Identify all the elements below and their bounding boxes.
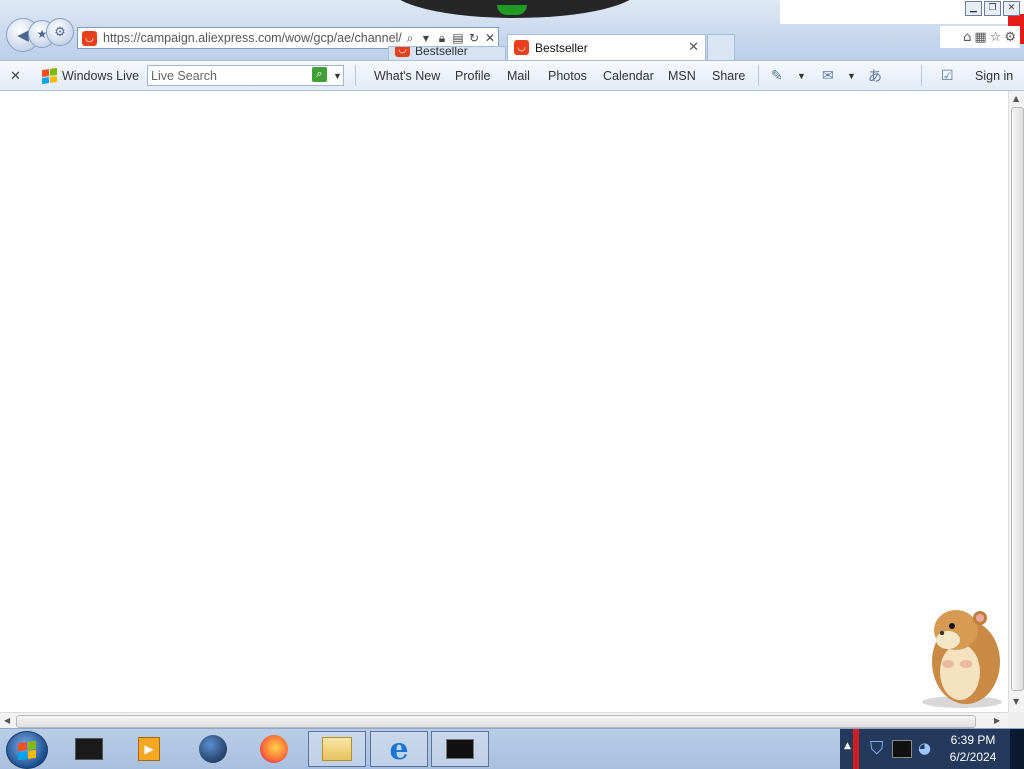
media-player-icon: ▶ (138, 737, 160, 761)
compat-view-icon[interactable]: ▤ (450, 31, 466, 45)
aliexpress-favicon-icon: ◡ (395, 47, 410, 57)
folder-icon (322, 737, 352, 761)
stop-icon[interactable]: ✕ (482, 31, 498, 45)
window-controls: ▁ ❐ ✕ (965, 1, 1020, 16)
tray-expand-icon[interactable]: ▲ (844, 741, 851, 751)
translate-icon[interactable]: あ (868, 61, 882, 90)
tab-bestseller-inactive[interactable]: ◡ Bestseller (388, 46, 506, 60)
start-button[interactable] (6, 731, 48, 769)
feeds-icon[interactable]: ▦ (974, 30, 986, 45)
favorites-icon[interactable]: ☆ (990, 30, 1002, 45)
divider (355, 65, 356, 86)
divider (758, 65, 759, 86)
link-mail[interactable]: Mail (507, 61, 530, 90)
monitor-icon[interactable] (892, 740, 912, 758)
aliexpress-favicon-icon: ◡ (514, 40, 529, 55)
show-desktop-button[interactable] (1010, 729, 1024, 769)
taskbar-app-firefox[interactable] (245, 731, 303, 767)
taskbar-app-console[interactable] (431, 731, 489, 767)
minimize-button[interactable]: ▁ (965, 1, 982, 16)
link-whats-new[interactable]: What's New (374, 61, 440, 90)
tab-label: Bestseller (415, 46, 468, 58)
chevron-down-icon[interactable]: ▼ (797, 61, 806, 90)
aliexpress-favicon-icon: ◡ (82, 30, 97, 46)
tools-icon[interactable]: ⚙ (1004, 30, 1016, 45)
horizontal-scroll-thumb[interactable] (16, 715, 976, 728)
new-tab-button[interactable] (707, 34, 735, 60)
scroll-left-icon[interactable]: ◀ (4, 716, 10, 725)
network-icon[interactable]: ◕ (918, 739, 931, 757)
refresh-icon[interactable]: ↻ (466, 31, 482, 45)
checkbox-icon[interactable]: ☑ (941, 61, 954, 90)
sign-in-link[interactable]: Sign in (975, 61, 1013, 90)
console-icon (446, 739, 474, 759)
taskbar-app-terminal[interactable] (60, 731, 118, 767)
chevron-down-icon[interactable]: ▼ (333, 61, 345, 90)
search-icon[interactable]: ⌕ (402, 31, 418, 46)
vertical-scroll-thumb[interactable] (1011, 107, 1024, 691)
windows-logo-icon (42, 67, 57, 84)
close-icon[interactable]: ✕ (688, 39, 699, 55)
brand-label: Windows Live (62, 68, 140, 83)
command-bar: ⌂ ▦ ☆ ⚙ (940, 26, 1020, 48)
windows-logo-icon (18, 740, 36, 760)
shield-icon[interactable]: ⛉ (870, 738, 884, 759)
gear-icon[interactable]: ⚙ (46, 18, 74, 46)
hamster-icon (922, 610, 1002, 708)
clock-date: 6/2/2024 (949, 750, 997, 764)
chevron-down-icon[interactable]: ▼ (418, 34, 434, 43)
highlighter-icon[interactable]: ✎ (771, 61, 783, 90)
taskbar-app-internet-explorer[interactable]: e (370, 731, 428, 767)
link-msn[interactable]: MSN (668, 61, 696, 90)
internet-explorer-icon: e (389, 731, 409, 767)
divider (921, 65, 922, 86)
link-profile[interactable]: Profile (455, 61, 490, 90)
taskbar-app-media-player[interactable]: ▶ (120, 731, 178, 767)
link-photos[interactable]: Photos (548, 61, 587, 90)
scroll-corner (1008, 712, 1024, 728)
scroll-right-icon[interactable]: ▶ (994, 716, 1000, 725)
firefox-icon (260, 735, 288, 763)
taskbar-app-explorer[interactable] (308, 731, 366, 767)
tray-clock[interactable]: 6:39 PM 6/2/2024 (940, 732, 1006, 766)
taskbar-app-globe[interactable] (184, 731, 242, 767)
windows-live-brand[interactable]: Windows Live (42, 61, 139, 90)
scroll-down-icon[interactable]: ▼ (1013, 697, 1019, 706)
taskbar: ▶ e ▲ ⛉ ◕ 6:39 PM 6/2/2024 (0, 728, 1024, 769)
tray-marker (853, 729, 859, 769)
close-toolbar-icon[interactable]: ✕ (10, 61, 28, 90)
horizontal-scrollbar[interactable]: ◀ ▶ (0, 712, 1008, 728)
browser-frame: ◀ ★ ⚙ ◡ https://campaign.aliexpress.com/… (0, 0, 1024, 60)
chevron-down-icon[interactable]: ▼ (847, 61, 856, 90)
link-calendar[interactable]: Calendar (603, 61, 654, 90)
page-content[interactable] (0, 91, 1008, 712)
clock-time: 6:39 PM (950, 733, 996, 747)
windows-live-toolbar: ✕ Windows Live Live Search ⌕ ▼ What's Ne… (0, 60, 1024, 91)
vertical-scrollbar[interactable]: ▲ ▼ (1008, 91, 1024, 712)
terminal-icon (75, 738, 103, 760)
link-share[interactable]: Share (712, 61, 745, 90)
tab-label: Bestseller (535, 40, 588, 55)
home-icon[interactable]: ⌂ (963, 30, 971, 45)
address-url[interactable]: https://campaign.aliexpress.com/wow/gcp/… (103, 31, 402, 45)
search-icon[interactable]: ⌕ (312, 67, 327, 82)
mail-icon[interactable]: ✉ (822, 61, 834, 90)
restore-button[interactable]: ❐ (984, 1, 1001, 16)
lock-icon[interactable]: 🔒︎ (434, 31, 450, 46)
close-window-button[interactable]: ✕ (1003, 1, 1020, 16)
tab-bestseller-active[interactable]: ◡ Bestseller ✕ (507, 34, 706, 60)
scroll-up-icon[interactable]: ▲ (1013, 94, 1019, 103)
globe-icon (199, 735, 227, 763)
